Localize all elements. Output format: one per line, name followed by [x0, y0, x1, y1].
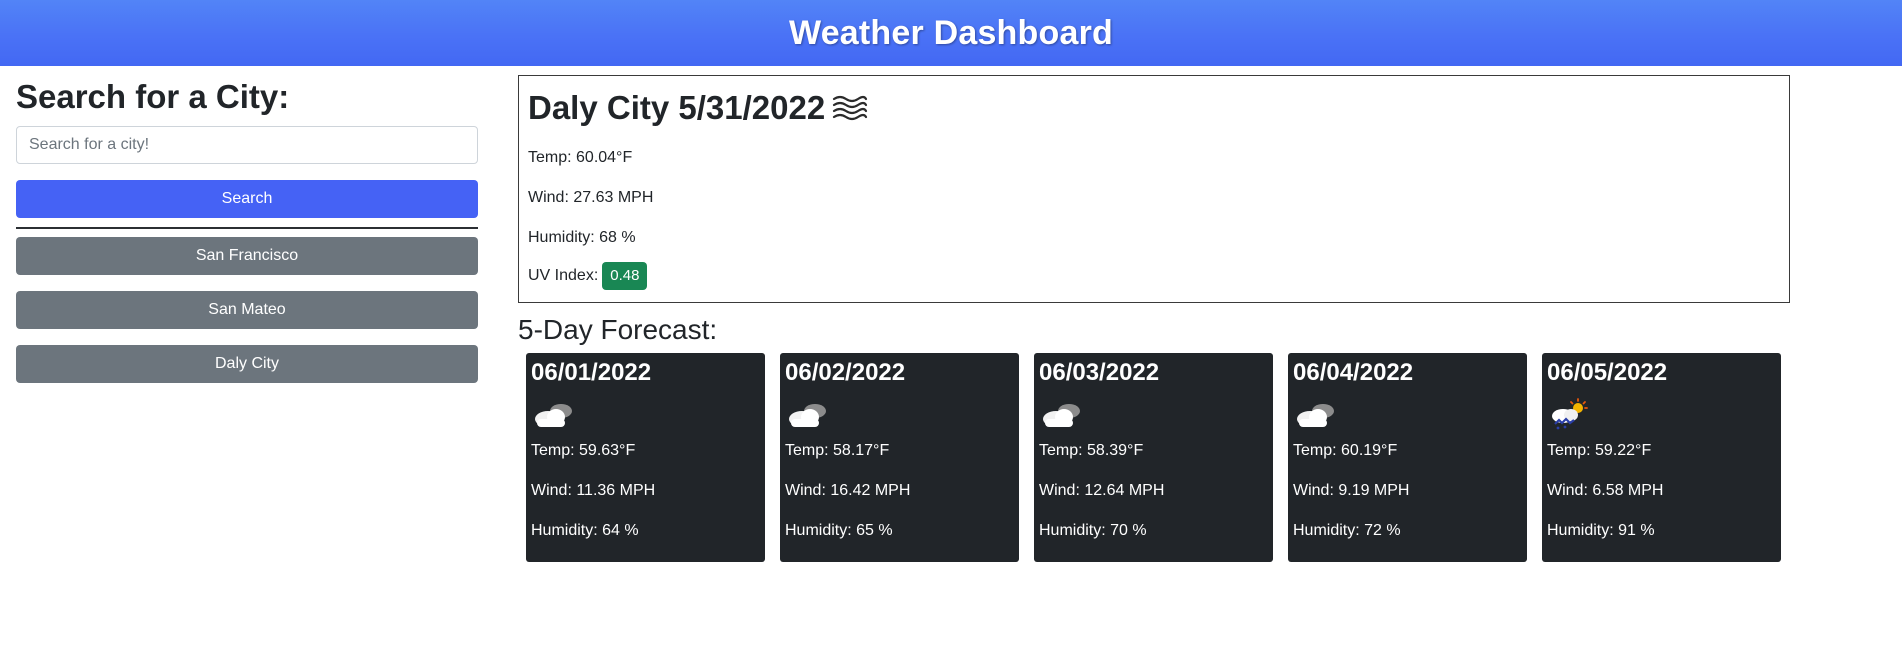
search-button[interactable]: Search — [16, 180, 478, 218]
forecast-temp: Temp: 59.22°F — [1547, 442, 1652, 459]
city-search-input[interactable] — [16, 126, 478, 164]
forecast-date: 06/02/2022 — [785, 359, 906, 386]
broken-clouds-icon — [785, 397, 1014, 431]
forecast-wind: Wind: 16.42 MPH — [785, 482, 911, 499]
forecast-wind: Wind: 9.19 MPH — [1293, 482, 1410, 499]
current-weather-header: Daly City 5/31/2022 — [528, 84, 1780, 132]
forecast-cards: 06/01/2022 Temp: 59.63°F Wind: 11.36 MPH… — [526, 353, 1786, 562]
forecast-humidity: Humidity: 65 % — [785, 522, 893, 539]
forecast-date: 06/01/2022 — [531, 359, 652, 386]
search-heading: Search for a City: — [16, 78, 290, 115]
forecast-card: 06/01/2022 Temp: 59.63°F Wind: 11.36 MPH… — [526, 353, 765, 562]
broken-clouds-icon — [531, 397, 760, 431]
forecast-temp: Temp: 60.19°F — [1293, 442, 1398, 459]
uv-index-row: UV Index: 0.48 — [528, 262, 1780, 290]
forecast-temp: Temp: 58.39°F — [1039, 442, 1144, 459]
forecast-date: 06/04/2022 — [1293, 359, 1414, 386]
current-humidity: Humidity: 68 % — [528, 229, 636, 246]
current-temp: Temp: 60.04°F — [528, 149, 633, 166]
forecast-card: 06/02/2022 Temp: 58.17°F Wind: 16.42 MPH… — [780, 353, 1019, 562]
current-city-date: Daly City 5/31/2022 — [528, 89, 826, 126]
forecast-humidity: Humidity: 72 % — [1293, 522, 1401, 539]
broken-clouds-icon — [1293, 397, 1522, 431]
current-wind: Wind: 27.63 MPH — [528, 189, 654, 206]
forecast-temp: Temp: 58.17°F — [785, 442, 890, 459]
broken-clouds-icon — [1039, 397, 1268, 431]
forecast-card: 06/03/2022 Temp: 58.39°F Wind: 12.64 MPH… — [1034, 353, 1273, 562]
forecast-card: 06/04/2022 Temp: 60.19°F Wind: 9.19 MPH … — [1288, 353, 1527, 562]
rain-sun-icon — [1547, 397, 1776, 431]
uv-index-badge: 0.48 — [602, 262, 648, 290]
uv-index-label: UV Index: — [528, 267, 599, 284]
forecast-wind: Wind: 12.64 MPH — [1039, 482, 1165, 499]
forecast-card: 06/05/2022 Temp: 59.22°F Wind: 6.58 MPH … — [1542, 353, 1781, 562]
forecast-humidity: Humidity: 64 % — [531, 522, 639, 539]
app-title: Weather Dashboard — [789, 13, 1113, 52]
forecast-heading: 5-Day Forecast: — [518, 314, 718, 345]
forecast-temp: Temp: 59.63°F — [531, 442, 636, 459]
app-header: Weather Dashboard — [0, 0, 1902, 66]
sidebar-divider — [16, 227, 478, 229]
forecast-wind: Wind: 11.36 MPH — [531, 482, 656, 499]
forecast-wind: Wind: 6.58 MPH — [1547, 482, 1664, 499]
forecast-date: 06/05/2022 — [1547, 359, 1668, 386]
forecast-humidity: Humidity: 91 % — [1547, 522, 1655, 539]
forecast-date: 06/03/2022 — [1039, 359, 1160, 386]
history-button-san-francisco[interactable]: San Francisco — [16, 237, 478, 275]
history-button-san-mateo[interactable]: San Mateo — [16, 291, 478, 329]
history-button-daly-city[interactable]: Daly City — [16, 345, 478, 383]
search-sidebar: Search for a City: Search San Francisco … — [16, 76, 478, 383]
current-weather-panel: Daly City 5/31/2022 Temp: 60.04°F Wind: … — [518, 75, 1790, 303]
forecast-humidity: Humidity: 70 % — [1039, 522, 1147, 539]
mist-icon — [831, 91, 869, 126]
